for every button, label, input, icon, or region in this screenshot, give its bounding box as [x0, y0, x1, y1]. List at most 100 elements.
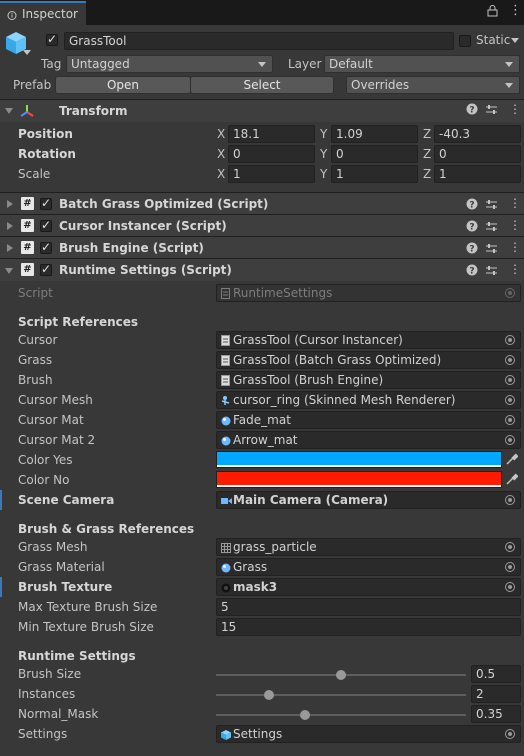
scale-y-field[interactable]: 1: [331, 165, 418, 183]
rotation-y-axis[interactable]: Y: [320, 147, 327, 161]
component-enabled-checkbox[interactable]: [40, 196, 52, 210]
grass-material-field[interactable]: Grass: [216, 558, 521, 576]
transform-header[interactable]: Transform ? ⋮: [0, 99, 524, 122]
instances-slider[interactable]: [216, 688, 466, 702]
scale-x-field[interactable]: 1: [228, 165, 315, 183]
static-checkbox[interactable]: [459, 35, 471, 47]
rotation-x-field[interactable]: 0: [228, 145, 315, 163]
max-texture-brush-size-field[interactable]: 5: [216, 598, 521, 616]
object-picker-icon[interactable]: [505, 562, 515, 572]
slider-thumb[interactable]: [264, 690, 274, 700]
rotation-y-field[interactable]: 0: [331, 145, 418, 163]
position-z-axis[interactable]: Z: [423, 127, 431, 141]
cursor-mat-2-field[interactable]: Arrow_mat: [216, 431, 521, 449]
color-no-swatch[interactable]: [216, 471, 502, 488]
cursor-field[interactable]: GrassTool (Cursor Instancer): [216, 331, 521, 349]
eyedropper-icon[interactable]: [505, 453, 519, 469]
scale-x-axis[interactable]: X: [217, 167, 225, 181]
preset-icon[interactable]: [485, 103, 498, 119]
scene-camera-field[interactable]: Main Camera (Camera): [216, 491, 521, 509]
eyedropper-icon[interactable]: [505, 473, 519, 489]
preset-icon[interactable]: [485, 264, 498, 280]
object-picker-icon[interactable]: [505, 435, 515, 445]
position-label: Position: [18, 127, 73, 141]
component-header-cursor-instancer[interactable]: # Cursor Instancer (Script) ? ⋮: [0, 214, 524, 237]
component-header-runtime-settings[interactable]: # Runtime Settings (Script) ? ⋮: [0, 258, 524, 281]
script-icon: #: [21, 219, 34, 232]
object-picker-icon[interactable]: [505, 335, 515, 345]
object-picker-icon[interactable]: [505, 375, 515, 385]
object-picker-icon[interactable]: [505, 355, 515, 365]
preset-icon[interactable]: [485, 198, 498, 214]
overrides-dropdown[interactable]: Overrides: [346, 76, 520, 94]
instances-field[interactable]: 2: [471, 685, 521, 703]
object-name-input[interactable]: GrassTool: [64, 32, 454, 50]
grass-field[interactable]: GrassTool (Batch Grass Optimized): [216, 351, 521, 369]
rotation-z-axis[interactable]: Z: [423, 147, 431, 161]
more-menu-icon[interactable]: ⋮: [509, 3, 522, 18]
help-icon[interactable]: ?: [466, 198, 478, 213]
context-menu-icon[interactable]: ⋮: [509, 240, 521, 254]
preset-icon[interactable]: [485, 242, 498, 258]
component-header-brush-engine[interactable]: # Brush Engine (Script) ? ⋮: [0, 236, 524, 259]
slider-thumb[interactable]: [300, 710, 310, 720]
context-menu-icon[interactable]: ⋮: [509, 102, 521, 116]
tab-inspector[interactable]: Inspector: [0, 1, 86, 25]
component-enabled-checkbox[interactable]: [40, 218, 52, 232]
position-x-axis[interactable]: X: [217, 127, 225, 141]
normal-mask-field[interactable]: 0.35: [471, 705, 521, 723]
lock-icon[interactable]: [487, 5, 498, 20]
object-picker-icon[interactable]: [505, 582, 515, 592]
grass-mesh-field[interactable]: grass_particle: [216, 538, 521, 556]
component-header-batch-grass[interactable]: # Batch Grass Optimized (Script) ? ⋮: [0, 192, 524, 215]
component-enabled-checkbox[interactable]: [40, 240, 52, 254]
help-icon[interactable]: ?: [466, 242, 478, 257]
component-enabled-checkbox[interactable]: [40, 262, 52, 276]
position-x-field[interactable]: 18.1: [228, 125, 315, 143]
prefab-open-button[interactable]: Open: [55, 76, 191, 94]
layer-dropdown[interactable]: Default: [324, 55, 520, 73]
context-menu-icon[interactable]: ⋮: [509, 262, 521, 276]
object-picker-icon[interactable]: [505, 395, 515, 405]
foldout-collapsed-icon[interactable]: [7, 244, 13, 252]
color-yes-swatch[interactable]: [216, 451, 502, 468]
foldout-collapsed-icon[interactable]: [7, 200, 13, 208]
active-checkbox[interactable]: [46, 32, 58, 46]
rotation-x-axis[interactable]: X: [217, 147, 225, 161]
scale-y-value: 1: [336, 167, 344, 181]
brush-size-field[interactable]: 0.5: [471, 665, 521, 683]
cursor-mat-field[interactable]: Fade_mat: [216, 411, 521, 429]
preset-icon[interactable]: [485, 220, 498, 236]
foldout-expanded-icon[interactable]: [5, 108, 13, 114]
object-picker-icon[interactable]: [505, 542, 515, 552]
normal-mask-slider[interactable]: [216, 708, 466, 722]
settings-field[interactable]: Settings: [216, 725, 521, 743]
brush-texture-field[interactable]: mask3: [216, 578, 521, 596]
context-menu-icon[interactable]: ⋮: [509, 196, 521, 210]
help-icon[interactable]: ?: [466, 220, 478, 235]
object-picker-icon[interactable]: [505, 415, 515, 425]
tag-dropdown[interactable]: Untagged: [66, 55, 273, 73]
min-texture-brush-size-field[interactable]: 15: [216, 618, 521, 636]
object-picker-icon[interactable]: [505, 729, 515, 739]
scale-y-axis[interactable]: Y: [320, 167, 327, 181]
cursor-mesh-field[interactable]: cursor_ring (Skinned Mesh Renderer): [216, 391, 521, 409]
help-icon[interactable]: ?: [466, 264, 478, 279]
foldout-expanded-icon[interactable]: [5, 268, 13, 274]
scene-camera-value: Main Camera (Camera): [233, 493, 389, 507]
context-menu-icon[interactable]: ⋮: [509, 218, 521, 232]
position-y-axis[interactable]: Y: [320, 127, 327, 141]
rotation-z-field[interactable]: 0: [434, 145, 521, 163]
prefab-select-button[interactable]: Select: [190, 76, 334, 94]
help-icon[interactable]: ?: [466, 103, 478, 118]
brush-field[interactable]: GrassTool (Brush Engine): [216, 371, 521, 389]
script-file-icon: [221, 355, 231, 366]
brush-size-slider[interactable]: [216, 668, 466, 682]
scale-z-axis[interactable]: Z: [423, 167, 431, 181]
foldout-collapsed-icon[interactable]: [7, 222, 13, 230]
slider-thumb[interactable]: [336, 670, 346, 680]
object-picker-icon[interactable]: [505, 495, 515, 505]
position-y-field[interactable]: 1.09: [331, 125, 418, 143]
scale-z-field[interactable]: 1: [434, 165, 521, 183]
position-z-field[interactable]: -40.3: [434, 125, 521, 143]
